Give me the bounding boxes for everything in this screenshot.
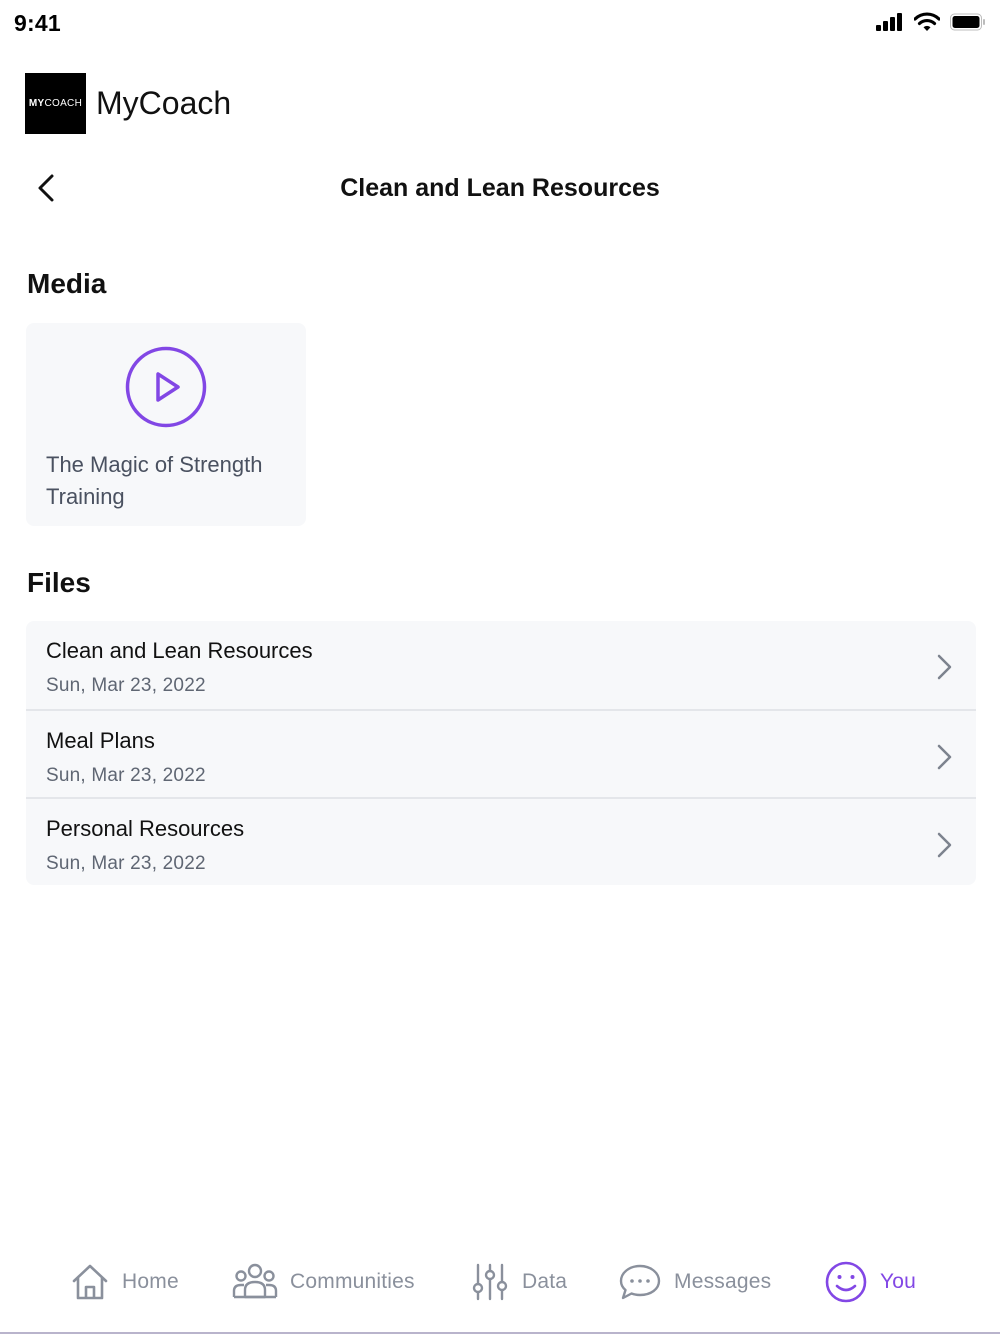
tab-label: Data [522,1270,568,1293]
brand-header: MYCOACH MyCoach [25,73,231,134]
tab-home[interactable]: Home [70,1260,179,1304]
sliders-icon [472,1263,508,1301]
file-name: Meal Plans [46,728,155,753]
tab-label: You [880,1270,917,1293]
file-row[interactable]: Personal Resources Sun, Mar 23, 2022 [26,797,976,885]
files-list: Clean and Lean Resources Sun, Mar 23, 20… [26,621,976,885]
file-date: Sun, Mar 23, 2022 [46,765,206,786]
tab-you[interactable]: You [824,1260,916,1304]
tab-messages[interactable]: Messages [618,1260,771,1304]
chevron-right-icon [937,654,952,680]
brand-name: MyCoach [96,85,232,121]
nav-header: Clean and Lean Resources [0,160,1000,216]
media-section-title: Media [27,268,107,299]
media-title: The Magic of Strength Training [46,452,263,509]
wifi-icon [914,12,940,31]
file-row[interactable]: Clean and Lean Resources Sun, Mar 23, 20… [26,621,976,709]
file-date: Sun, Mar 23, 2022 [46,853,206,874]
tab-label: Messages [674,1270,772,1293]
tab-label: Communities [290,1270,415,1293]
chevron-right-icon [937,744,952,770]
status-time: 9:41 [14,10,61,36]
brand-logo: MYCOACH [25,73,86,134]
files-section-title: Files [27,567,91,598]
chat-bubble-icon [619,1264,661,1300]
tab-data[interactable]: Data [470,1260,567,1304]
file-name: Clean and Lean Resources [46,638,313,663]
file-row[interactable]: Meal Plans Sun, Mar 23, 2022 [26,709,976,797]
brand-logo-text: MYCOACH [28,98,83,109]
battery-icon [950,13,985,31]
tab-label: Home [122,1270,179,1293]
chevron-right-icon [937,832,952,858]
signal-icon [876,13,902,31]
page-title: Clean and Lean Resources [340,174,660,202]
media-card[interactable]: The Magic of Strength Training [26,323,306,526]
status-icons [876,12,986,32]
tab-bar: Home Communities Data Messages You [0,1240,1000,1334]
file-date: Sun, Mar 23, 2022 [46,675,206,696]
people-icon [232,1263,278,1299]
tab-communities[interactable]: Communities [232,1260,415,1304]
file-name: Personal Resources [46,816,245,841]
home-icon [72,1264,108,1300]
play-circle-icon [125,346,207,428]
status-bar: 9:41 [0,0,1000,48]
smiley-icon [825,1261,867,1303]
